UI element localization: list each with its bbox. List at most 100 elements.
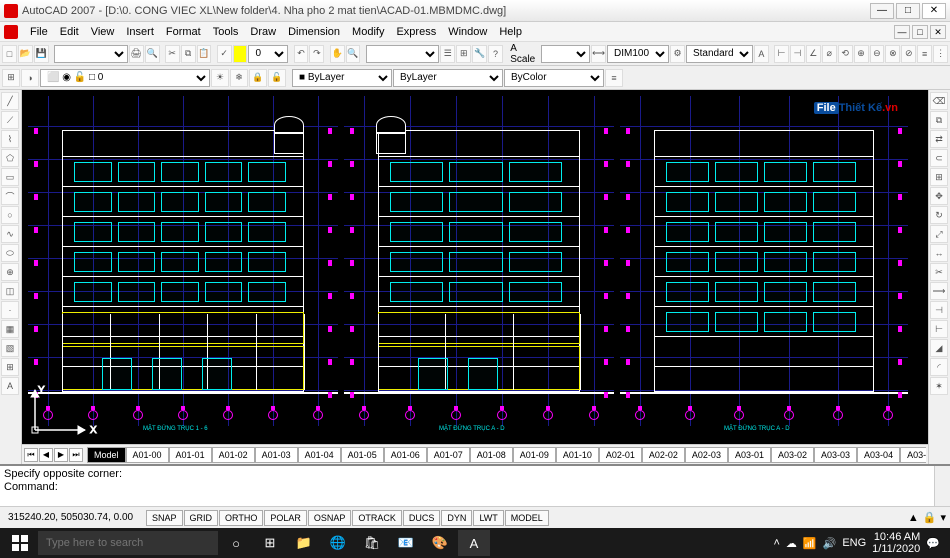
menu-view[interactable]: View	[85, 24, 121, 40]
lineweight-combo[interactable]: ByColor	[504, 69, 604, 87]
insert-icon[interactable]: ⊕	[1, 263, 19, 281]
spline-icon[interactable]: ∿	[1, 225, 19, 243]
dimstyle-icon[interactable]: ⚙	[670, 45, 685, 63]
color-combo[interactable]: ■ ByLayer	[292, 69, 392, 87]
status-model[interactable]: MODEL	[505, 510, 549, 526]
menu-draw[interactable]: Draw	[244, 24, 282, 40]
status-osnap[interactable]: OSNAP	[308, 510, 352, 526]
command-scrollbar[interactable]	[934, 466, 950, 506]
mtext-icon[interactable]: A	[1, 377, 19, 395]
dim9-icon[interactable]: ⊘	[901, 45, 916, 63]
extend-icon[interactable]: ⟶	[930, 282, 948, 300]
offset-icon[interactable]: ⊂	[930, 149, 948, 167]
menu-format[interactable]: Format	[160, 24, 207, 40]
command-prompt[interactable]: Command:	[4, 481, 930, 494]
command-line[interactable]: Specify opposite corner: Command:	[0, 464, 950, 506]
layout-tab-model[interactable]: Model	[87, 447, 126, 463]
redo-icon[interactable]: ↷	[309, 45, 324, 63]
layout-tab-a02-01[interactable]: A02-01	[599, 447, 642, 463]
layout-tab-a01-06[interactable]: A01-06	[384, 447, 427, 463]
menu-dimension[interactable]: Dimension	[282, 24, 346, 40]
textstyle-icon[interactable]: A	[754, 45, 769, 63]
xline-icon[interactable]: ⟋	[1, 111, 19, 129]
scale-combo[interactable]	[541, 45, 591, 63]
layout-tab-a03-01[interactable]: A03-01	[728, 447, 771, 463]
copy2-icon[interactable]: ⧉	[930, 111, 948, 129]
menu-file[interactable]: File	[24, 24, 54, 40]
trim-icon[interactable]: ✂	[930, 263, 948, 281]
line-icon[interactable]: ╱	[1, 92, 19, 110]
dim10-icon[interactable]: ≡	[917, 45, 932, 63]
layout-tab-a01-08[interactable]: A01-08	[470, 447, 513, 463]
layout-tab-a03-03[interactable]: A03-03	[814, 447, 857, 463]
dim2-icon[interactable]: ⊣	[790, 45, 805, 63]
layout-tab-a01-09[interactable]: A01-09	[513, 447, 556, 463]
dim8-icon[interactable]: ⊗	[885, 45, 900, 63]
layout-tab-a01-03[interactable]: A01-03	[255, 447, 298, 463]
status-snap[interactable]: SNAP	[146, 510, 183, 526]
textstyle-combo[interactable]: Standard	[686, 45, 753, 63]
arc-icon[interactable]: ⌒	[1, 187, 19, 205]
layout-tab-a02-03[interactable]: A02-03	[685, 447, 728, 463]
open-icon[interactable]: 📂	[18, 45, 33, 63]
explode-icon[interactable]: ✶	[930, 377, 948, 395]
copy-icon[interactable]: ⧉	[181, 45, 196, 63]
annotation-icon[interactable]: ▲	[908, 512, 919, 524]
doc-restore-button[interactable]: □	[912, 25, 928, 39]
tray-up-icon[interactable]: ˄	[773, 537, 779, 549]
polygon-icon[interactable]: ⬠	[1, 149, 19, 167]
dim11-icon[interactable]: ⋮	[933, 45, 948, 63]
tab-first-button[interactable]: ⏮	[24, 448, 38, 462]
dim5-icon[interactable]: ⟲	[838, 45, 853, 63]
lw-icon[interactable]: ≡	[605, 69, 623, 87]
erase-icon[interactable]: ⌫	[930, 92, 948, 110]
layout-tab-a03-04[interactable]: A03-04	[857, 447, 900, 463]
notifications-icon[interactable]: 💬	[926, 537, 940, 550]
tab-last-button[interactable]: ⏭	[69, 448, 83, 462]
layout-tab-a02-02[interactable]: A02-02	[642, 447, 685, 463]
maximize-button[interactable]: □	[896, 3, 920, 19]
quick-combo[interactable]	[54, 45, 128, 63]
dctr-icon[interactable]: ⊞	[456, 45, 471, 63]
workspace-combo[interactable]	[366, 45, 440, 63]
layout-tab-a01-05[interactable]: A01-05	[341, 447, 384, 463]
menu-tools[interactable]: Tools	[207, 24, 245, 40]
layout-tab-a01-00[interactable]: A01-00	[126, 447, 169, 463]
chamfer-icon[interactable]: ◢	[930, 339, 948, 357]
tab-prev-button[interactable]: ◀	[39, 448, 53, 462]
onedrive-icon[interactable]: ☁	[786, 537, 797, 550]
layout-tab-a01-04[interactable]: A01-04	[298, 447, 341, 463]
layer-combo[interactable]: 0	[248, 45, 288, 63]
status-lwt[interactable]: LWT	[473, 510, 503, 526]
circle-icon[interactable]: ○	[1, 206, 19, 224]
layer4-icon[interactable]: 🔓	[268, 69, 286, 87]
match-icon[interactable]: ✓	[217, 45, 232, 63]
doc-minimize-button[interactable]: —	[894, 25, 910, 39]
layout-tab-a01-07[interactable]: A01-07	[427, 447, 470, 463]
move-icon[interactable]: ✥	[930, 187, 948, 205]
system-clock[interactable]: 10:46 AM 1/11/2020	[872, 531, 920, 555]
tab-next-button[interactable]: ▶	[54, 448, 68, 462]
lock-icon[interactable]: 🔒	[923, 511, 937, 524]
break-icon[interactable]: ⊣	[930, 301, 948, 319]
cut-icon[interactable]: ✂	[165, 45, 180, 63]
layout-tab-a01-02[interactable]: A01-02	[212, 447, 255, 463]
layout-tab-a03-05[interactable]: A03-05	[900, 447, 926, 463]
menu-insert[interactable]: Insert	[120, 24, 160, 40]
status-polar[interactable]: POLAR	[264, 510, 307, 526]
help-icon[interactable]: ?	[488, 45, 503, 63]
hatch-icon[interactable]: ▦	[1, 320, 19, 338]
undo-icon[interactable]: ↶	[294, 45, 309, 63]
menu-express[interactable]: Express	[390, 24, 442, 40]
layout-tab-a03-02[interactable]: A03-02	[771, 447, 814, 463]
tool-icon[interactable]: 🔧	[472, 45, 487, 63]
ellipse-icon[interactable]: ⬭	[1, 244, 19, 262]
join-icon[interactable]: ⊢	[930, 320, 948, 338]
dim3-icon[interactable]: ∠	[806, 45, 821, 63]
layermgr-icon[interactable]: ⊞	[2, 69, 20, 87]
save-icon[interactable]: 💾	[34, 45, 49, 63]
status-dyn[interactable]: DYN	[441, 510, 472, 526]
network-icon[interactable]: 📶	[803, 537, 817, 550]
table-icon[interactable]: ⊞	[1, 358, 19, 376]
dim6-icon[interactable]: ⊕	[854, 45, 869, 63]
